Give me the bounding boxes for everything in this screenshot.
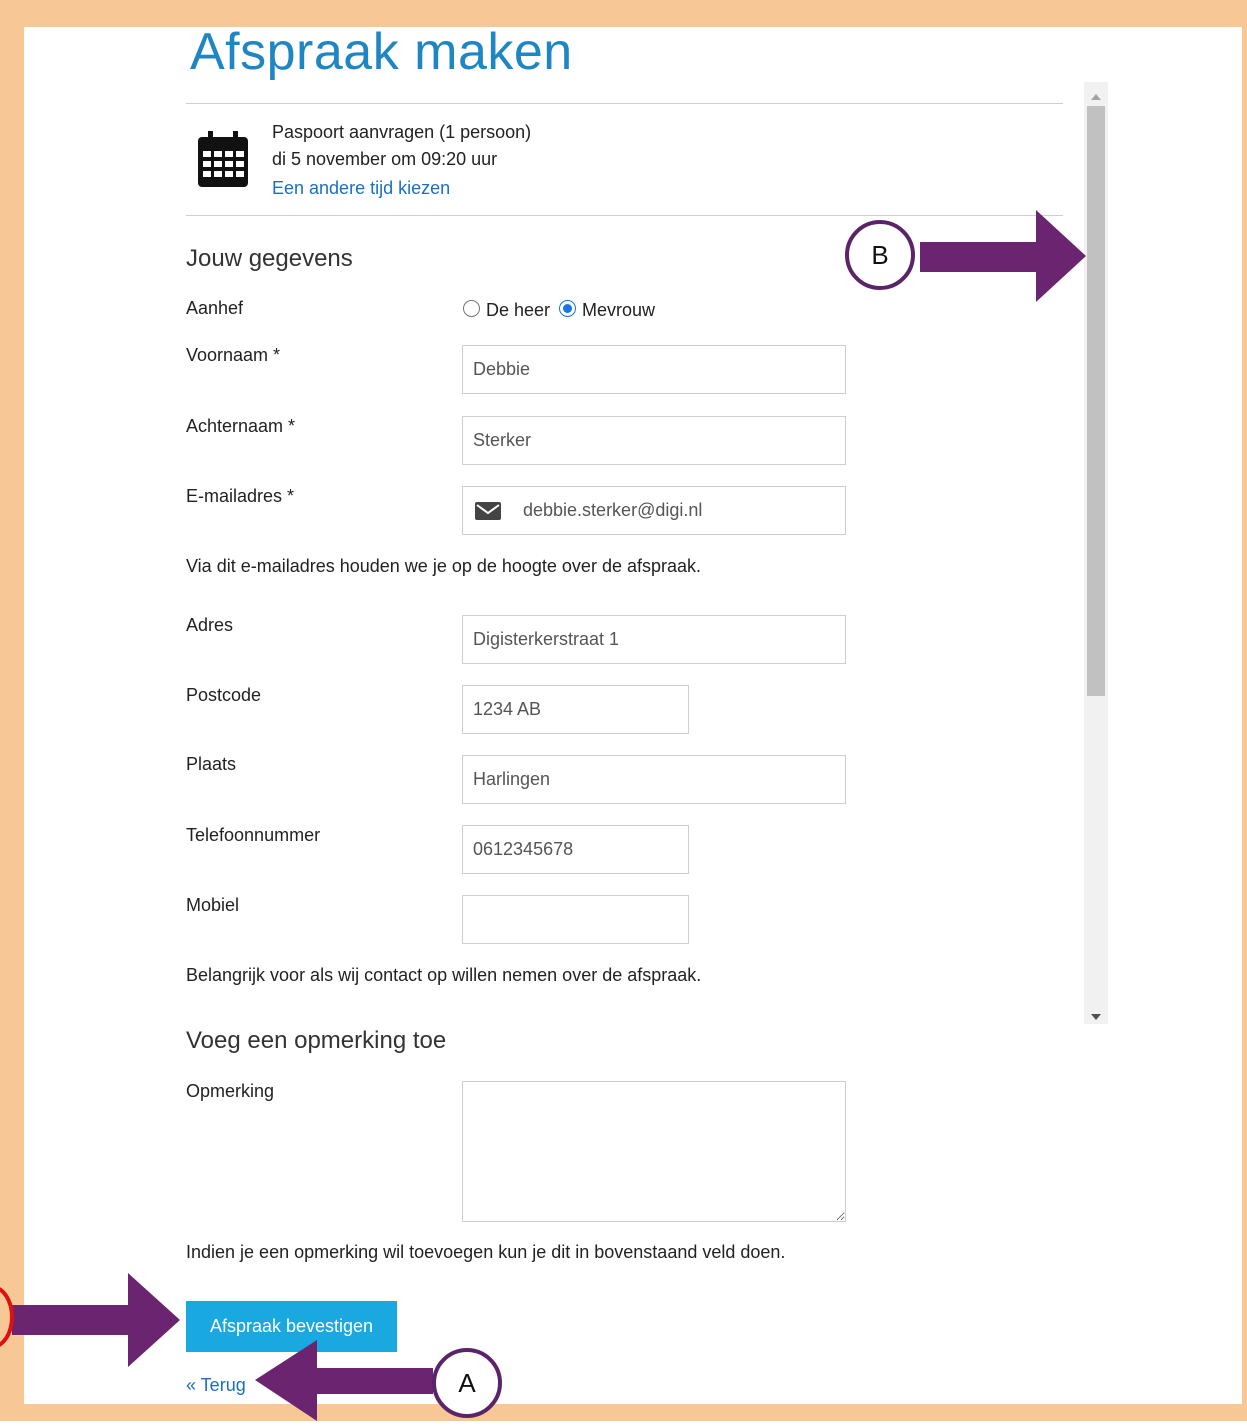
arrow-confirm-icon	[12, 1273, 180, 1372]
envelope-icon	[475, 501, 501, 520]
radio-mevrouw-label: Mevrouw	[582, 300, 656, 320]
city-label: Plaats	[186, 754, 237, 774]
email-label: E-mailadres *	[186, 486, 295, 506]
appointment-datetime: di 5 november om 09:20 uur	[272, 149, 498, 169]
remark-label: Opmerking	[186, 1081, 275, 1101]
first-name-label: Voornaam *	[186, 345, 281, 365]
radio-de-heer-label: De heer	[486, 300, 551, 320]
postcode-input[interactable]	[462, 685, 689, 734]
scroll-up-arrow-icon[interactable]	[1090, 88, 1102, 106]
email-value: debbie.sterker@digi.nl	[523, 500, 703, 520]
remark-heading: Voeg een opmerking toe	[186, 1027, 447, 1054]
radio-mevrouw[interactable]	[559, 300, 576, 317]
page-title: Afspraak maken	[190, 23, 573, 81]
details-heading: Jouw gegevens	[186, 245, 353, 272]
marker-b-label: B	[871, 239, 889, 270]
remark-textarea[interactable]	[462, 1081, 846, 1222]
remark-help: Indien je een opmerking wil toevoegen ku…	[186, 1242, 786, 1262]
scrollbar-thumb[interactable]	[1087, 106, 1105, 696]
mobile-label: Mobiel	[186, 895, 240, 915]
phone-input[interactable]	[462, 825, 689, 874]
postcode-label: Postcode	[186, 685, 262, 705]
radio-de-heer[interactable]	[463, 300, 480, 317]
arrow-b-icon	[920, 210, 1086, 307]
back-link[interactable]: « Terug	[186, 1375, 246, 1396]
marker-b: B	[845, 220, 915, 290]
calendar-icon	[196, 129, 250, 194]
marker-a-label: A	[458, 1367, 476, 1398]
radio-dot-icon	[562, 303, 572, 313]
arrow-a-icon	[255, 1340, 433, 1426]
address-input[interactable]	[462, 615, 846, 664]
last-name-input[interactable]	[462, 416, 846, 465]
divider-top	[186, 103, 1063, 104]
scroll-down-arrow-icon[interactable]	[1090, 1008, 1102, 1026]
salutation-label: Aanhef	[186, 298, 244, 318]
first-name-input[interactable]	[462, 345, 846, 394]
city-input[interactable]	[462, 755, 846, 804]
mobile-help: Belangrijk voor als wij contact op wille…	[186, 965, 702, 985]
address-label: Adres	[186, 615, 234, 635]
phone-label: Telefoonnummer	[186, 825, 321, 845]
marker-a: A	[432, 1348, 502, 1418]
email-field[interactable]: debbie.sterker@digi.nl	[462, 486, 846, 535]
change-time-link[interactable]: Een andere tijd kiezen	[272, 178, 450, 199]
mobile-input[interactable]	[462, 895, 689, 944]
email-help: Via dit e-mailadres houden we je op de h…	[186, 556, 702, 576]
last-name-label: Achternaam *	[186, 416, 296, 436]
appointment-service: Paspoort aanvragen (1 persoon)	[272, 122, 532, 142]
